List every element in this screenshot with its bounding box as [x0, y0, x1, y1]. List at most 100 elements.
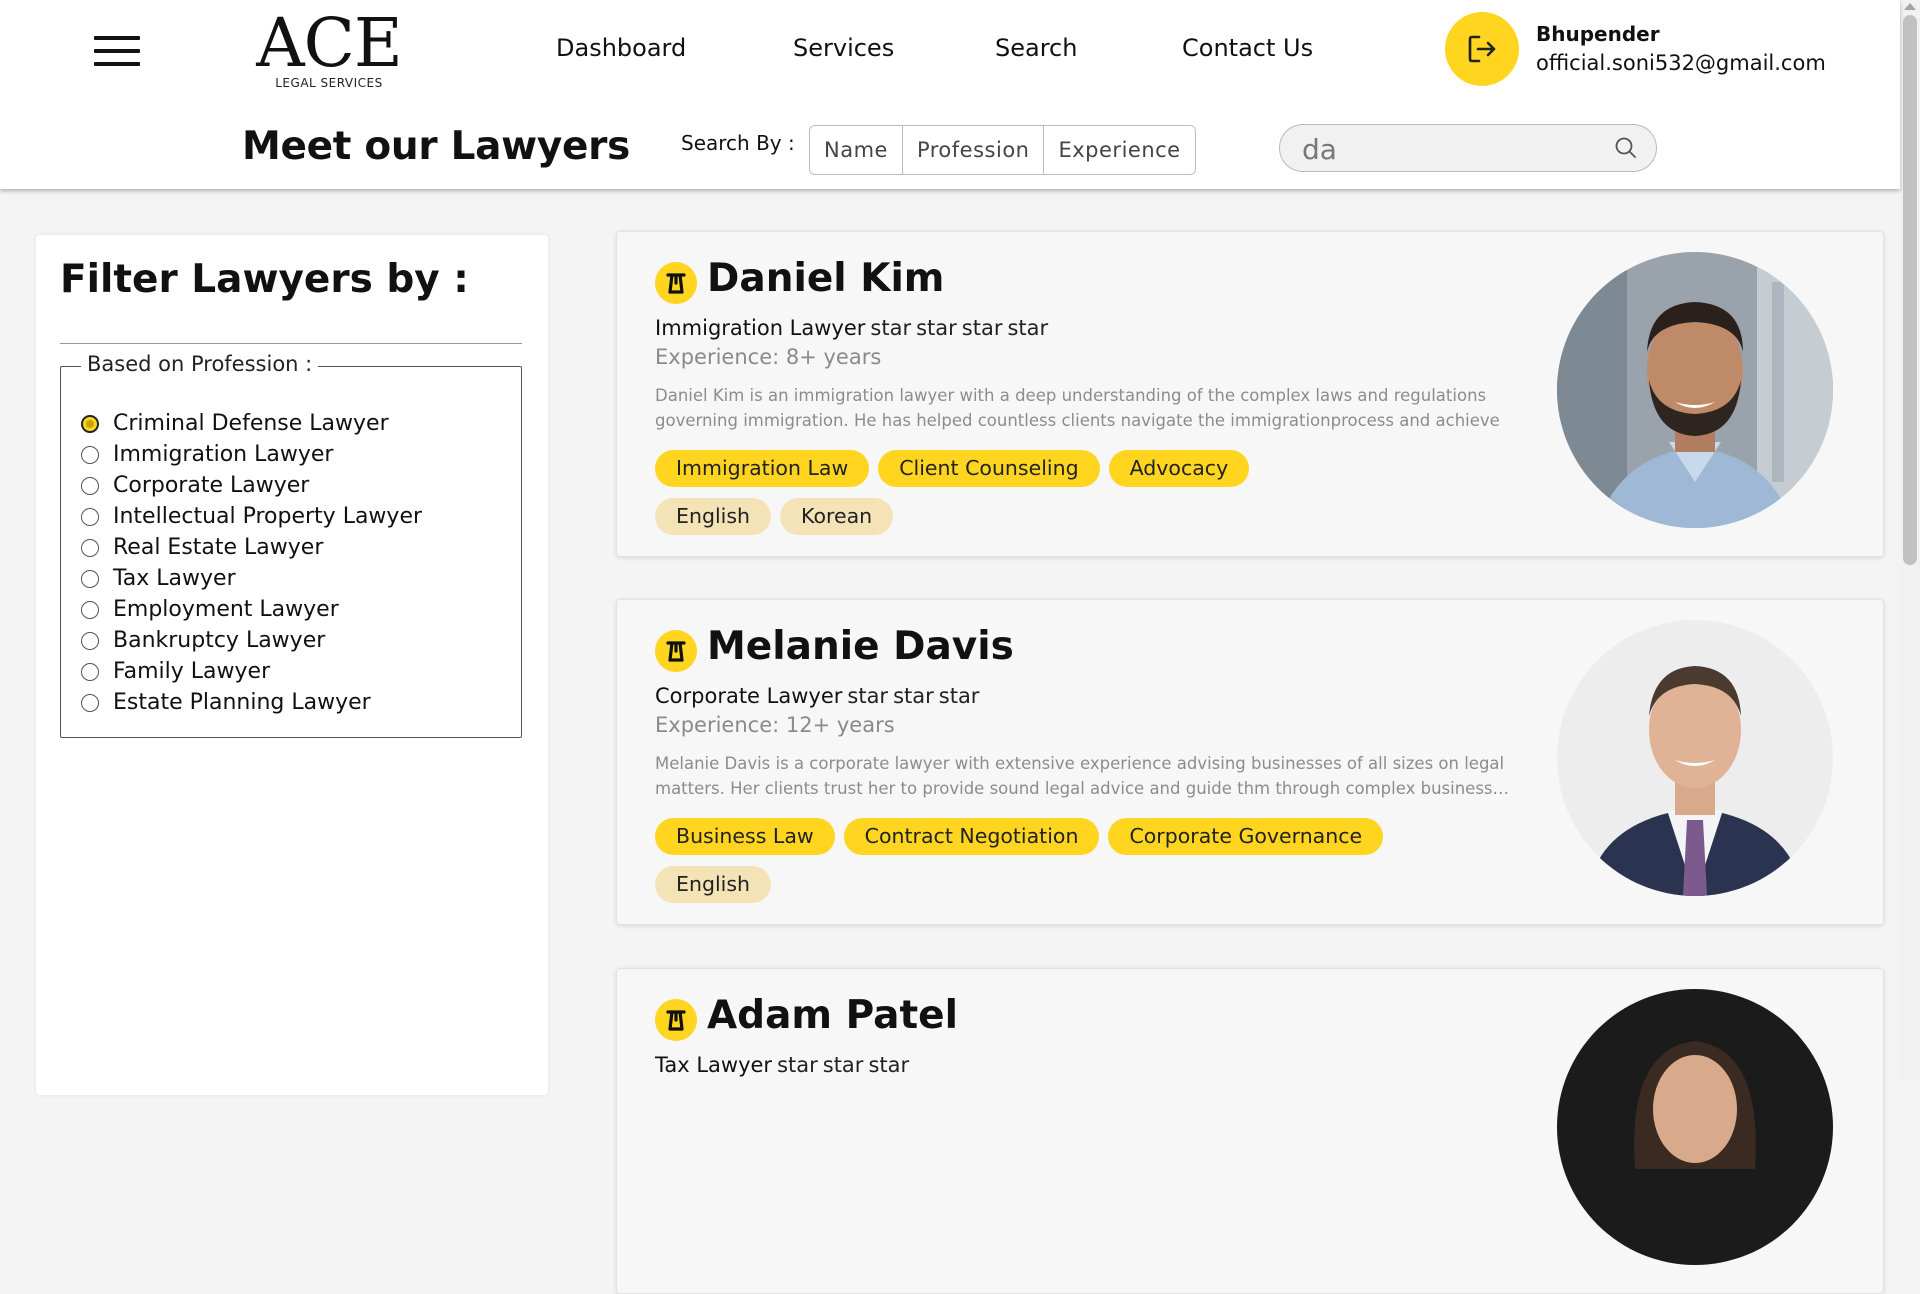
radio-button[interactable]: [81, 414, 99, 433]
profession-option[interactable]: Intellectual Property Lawyer: [81, 501, 422, 532]
star-rating-icon: star: [916, 316, 957, 340]
radio-button[interactable]: [81, 476, 99, 495]
lawyer-card[interactable]: Melanie Davis Corporate Lawyer star star sta…: [616, 599, 1884, 925]
profession-option[interactable]: Tax Lawyer: [81, 563, 422, 594]
lawyer-card[interactable]: Adam Patel Tax Lawyer star star star: [616, 968, 1884, 1294]
language-tag: English: [655, 498, 772, 535]
skill-tag: Contract Negotiation: [843, 818, 1100, 855]
logo[interactable]: ACE LEGAL SERVICES: [244, 8, 414, 90]
radio-button[interactable]: [81, 693, 99, 712]
scroll-up-arrow-icon[interactable]: [1904, 3, 1916, 10]
search-by-experience-tab[interactable]: Experience: [1044, 126, 1195, 174]
lawyer-card[interactable]: Daniel Kim Immigration Lawyer star star star…: [616, 231, 1884, 557]
profession-option[interactable]: Family Lawyer: [81, 656, 422, 687]
lawyer-avatar: [1557, 620, 1833, 896]
search-by-tabs: Name Profession Experience: [809, 125, 1196, 175]
language-tag: English: [655, 866, 772, 903]
lawyer-badge-icon: [655, 262, 697, 304]
profession-radio-list: Criminal Defense Lawyer Immigration Lawye…: [81, 408, 422, 718]
lawyer-profession-row: Corporate Lawyer star star star: [655, 684, 979, 708]
scrollbar-thumb[interactable]: [1903, 15, 1917, 565]
lawyer-experience: Experience: 12+ years: [655, 713, 895, 737]
radio-button[interactable]: [81, 600, 99, 619]
star-rating-icon: star: [777, 1053, 818, 1077]
lawyer-avatar: [1557, 252, 1833, 528]
skill-tag: Advocacy: [1108, 450, 1250, 487]
skill-tags-row: Immigration Law Client Counseling Advocacy: [655, 450, 1555, 487]
radio-button[interactable]: [81, 445, 99, 464]
lawyer-badge-glyph: [666, 641, 686, 662]
star-rating-icon: star: [847, 684, 889, 708]
lawyer-description: Melanie Davis is a corporate lawyer with…: [655, 754, 1510, 798]
profession-option[interactable]: Corporate Lawyer: [81, 470, 422, 501]
lawyer-name[interactable]: Melanie Davis: [707, 624, 1014, 669]
profession-option[interactable]: Employment Lawyer: [81, 594, 422, 625]
profession-option[interactable]: Real Estate Lawyer: [81, 532, 422, 563]
page-title: Meet our Lawyers: [242, 124, 631, 169]
star-rating-icon: star: [1007, 316, 1049, 340]
profession-option-label: Family Lawyer: [113, 659, 271, 684]
lawyer-profession-row: Tax Lawyer star star star: [655, 1053, 909, 1077]
profession-option-label: Real Estate Lawyer: [113, 535, 324, 560]
skill-tag: Client Counseling: [878, 450, 1100, 487]
search-by-profession-tab[interactable]: Profession: [902, 126, 1045, 174]
top-header: ACE LEGAL SERVICES Dashboard Services Se…: [0, 0, 1900, 189]
lawyer-name[interactable]: Adam Patel: [707, 993, 958, 1038]
user-name: Bhupender: [1536, 22, 1660, 46]
star-rating-icon: star: [893, 684, 934, 708]
lawyer-badge-icon: [655, 999, 697, 1041]
nav-dashboard[interactable]: Dashboard: [556, 34, 686, 62]
star-rating-icon: star: [870, 316, 912, 340]
lawyer-experience: Experience: 8+ years: [655, 345, 882, 369]
lawyer-name[interactable]: Daniel Kim: [707, 256, 944, 301]
language-tag: Korean: [780, 498, 894, 535]
search-by-label: Search By :: [681, 131, 795, 155]
radio-button[interactable]: [81, 631, 99, 650]
skill-tag: Immigration Law: [655, 450, 870, 487]
skill-tag: Corporate Governance: [1108, 818, 1384, 855]
profession-filter-group: Based on Profession : Criminal Defense L…: [60, 352, 522, 738]
logout-button[interactable]: [1445, 12, 1519, 86]
skill-tags-row: Business Law Contract Negotiation Corporat…: [655, 818, 1555, 855]
nav-search[interactable]: Search: [995, 34, 1077, 62]
lawyer-tags: Business Law Contract Negotiation Corporat…: [655, 818, 1555, 914]
filter-panel: Filter Lawyers by : Based on Profession …: [36, 235, 548, 1095]
lawyer-profession-row: Immigration Lawyer star star star star: [655, 316, 1048, 340]
profession-option-label: Immigration Lawyer: [113, 442, 334, 467]
profession-option[interactable]: Bankruptcy Lawyer: [81, 625, 422, 656]
profession-option-label: Criminal Defense Lawyer: [113, 411, 389, 436]
lawyer-badge-icon: [655, 630, 697, 672]
search-by-name-tab[interactable]: Name: [810, 126, 903, 174]
lawyer-badge-glyph: [666, 1010, 686, 1031]
nav-contact-us[interactable]: Contact Us: [1182, 34, 1313, 62]
lawyer-profession: Corporate Lawyer: [655, 684, 843, 708]
skill-tag: Business Law: [655, 818, 835, 855]
radio-button[interactable]: [81, 538, 99, 557]
profession-option-label: Corporate Lawyer: [113, 473, 310, 498]
user-email: official.soni532@gmail.com: [1536, 51, 1826, 75]
profession-option[interactable]: Immigration Lawyer: [81, 439, 422, 470]
star-rating-icon: star: [961, 316, 1003, 340]
lawyer-profession: Tax Lawyer: [655, 1053, 773, 1077]
filter-title: Filter Lawyers by :: [60, 257, 469, 302]
profession-option-label: Intellectual Property Lawyer: [113, 504, 423, 529]
star-rating-icon: star: [868, 1053, 910, 1077]
logout-icon: [1468, 35, 1496, 63]
profession-option-label: Bankruptcy Lawyer: [113, 628, 326, 653]
radio-button[interactable]: [81, 662, 99, 681]
profession-option-label: Estate Planning Lawyer: [113, 690, 371, 715]
nav-services[interactable]: Services: [793, 34, 894, 62]
hamburger-menu-icon[interactable]: [94, 34, 142, 68]
profession-option[interactable]: Criminal Defense Lawyer: [81, 408, 422, 439]
search-icon[interactable]: [1614, 136, 1638, 160]
search-input[interactable]: [1300, 131, 1604, 167]
filter-divider: [60, 343, 522, 344]
star-rating-icon: star: [822, 1053, 864, 1077]
profession-option-label: Tax Lawyer: [113, 566, 236, 591]
radio-button[interactable]: [81, 569, 99, 588]
language-tags-row: English Korean: [655, 498, 1555, 535]
radio-button[interactable]: [81, 507, 99, 526]
lawyer-tags: Immigration Law Client Counseling Advocacy…: [655, 450, 1555, 546]
lawyer-profession: Immigration Lawyer: [655, 316, 866, 340]
profession-option[interactable]: Estate Planning Lawyer: [81, 687, 422, 718]
